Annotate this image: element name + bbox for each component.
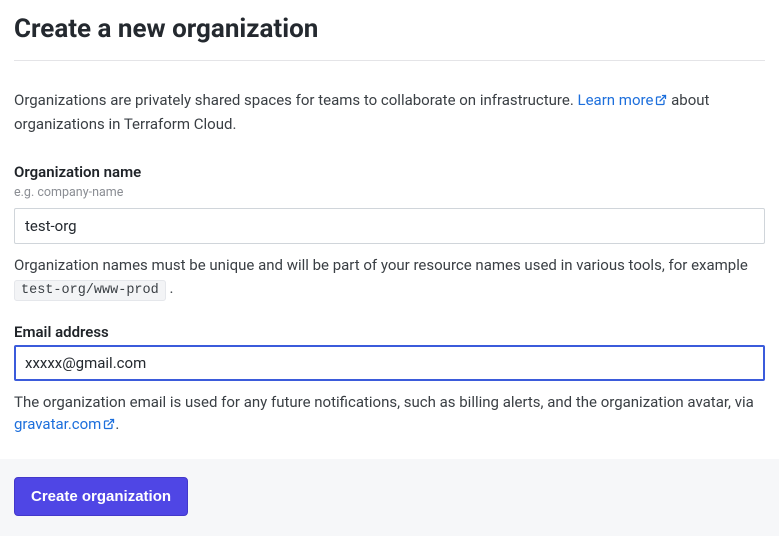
org-name-help-prefix: Organization names must be unique and wi…	[14, 256, 748, 274]
email-input[interactable]	[14, 345, 765, 381]
org-name-group: Organization name e.g. company-name Orga…	[14, 163, 765, 301]
external-link-icon	[655, 90, 667, 113]
org-name-help-code: test-org/www-prod	[14, 280, 166, 301]
org-name-hint: e.g. company-name	[14, 185, 765, 200]
external-link-icon	[103, 414, 115, 437]
email-help: The organization email is used for any f…	[14, 391, 765, 437]
learn-more-link[interactable]: Learn more	[578, 91, 668, 109]
email-group: Email address The organization email is …	[14, 323, 765, 437]
gravatar-label: gravatar.com	[14, 415, 101, 433]
org-name-label: Organization name	[14, 163, 765, 181]
create-organization-button[interactable]: Create organization	[14, 477, 188, 516]
email-help-after: .	[115, 415, 119, 433]
org-name-help-suffix: .	[166, 279, 174, 297]
org-name-help: Organization names must be unique and wi…	[14, 254, 765, 301]
learn-more-label: Learn more	[578, 91, 654, 109]
gravatar-link[interactable]: gravatar.com	[14, 415, 115, 433]
footer-bar: Create organization	[0, 459, 779, 536]
email-label: Email address	[14, 323, 765, 341]
intro-before: Organizations are privately shared space…	[14, 91, 578, 109]
org-name-input[interactable]	[14, 208, 765, 244]
page-title: Create a new organization	[14, 14, 765, 61]
intro-text: Organizations are privately shared space…	[14, 89, 765, 135]
email-help-before: The organization email is used for any f…	[14, 393, 754, 411]
